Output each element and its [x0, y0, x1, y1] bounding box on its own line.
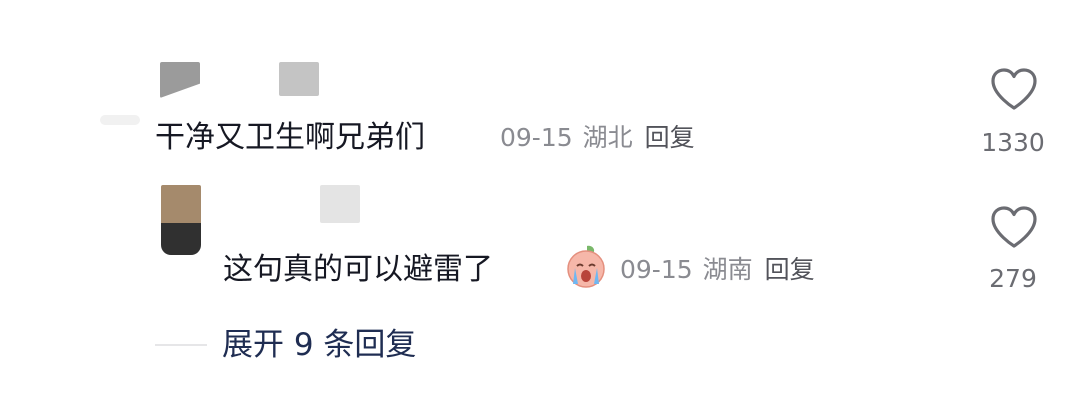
- comment-meta: 09-15 湖北 回复: [500, 118, 695, 158]
- reply-avatar-blurred[interactable]: [161, 185, 201, 255]
- username-blurred[interactable]: [279, 62, 319, 96]
- comment-text: 干净又卫生啊兄弟们: [155, 120, 425, 155]
- reply-text: 这句真的可以避雷了: [223, 252, 493, 287]
- expand-divider: [155, 344, 207, 346]
- like-count: 1330: [981, 128, 1045, 157]
- comment-date: 09-15: [500, 123, 573, 152]
- reply-location: 湖南: [702, 255, 753, 284]
- heart-outline-icon: [991, 68, 1037, 110]
- like-button[interactable]: 1330: [963, 66, 1063, 161]
- reply-date: 09-15: [620, 255, 693, 284]
- crying-face-sticker-icon: [563, 244, 609, 290]
- heart-outline-icon: [991, 206, 1037, 248]
- reply-username-blurred[interactable]: [320, 185, 360, 223]
- reply-like-count: 279: [989, 264, 1037, 293]
- avatar-blurred[interactable]: [160, 62, 200, 98]
- reply-like-button[interactable]: 279: [963, 204, 1063, 299]
- reply-reply-button[interactable]: 回复: [765, 255, 815, 284]
- avatar-blur-smudge: [100, 115, 140, 125]
- comment-location: 湖北: [582, 123, 633, 152]
- reply-meta: 09-15 湖南 回复: [620, 250, 815, 290]
- reply-button[interactable]: 回复: [645, 123, 695, 152]
- expand-replies-button[interactable]: 展开 9 条回复: [222, 325, 416, 365]
